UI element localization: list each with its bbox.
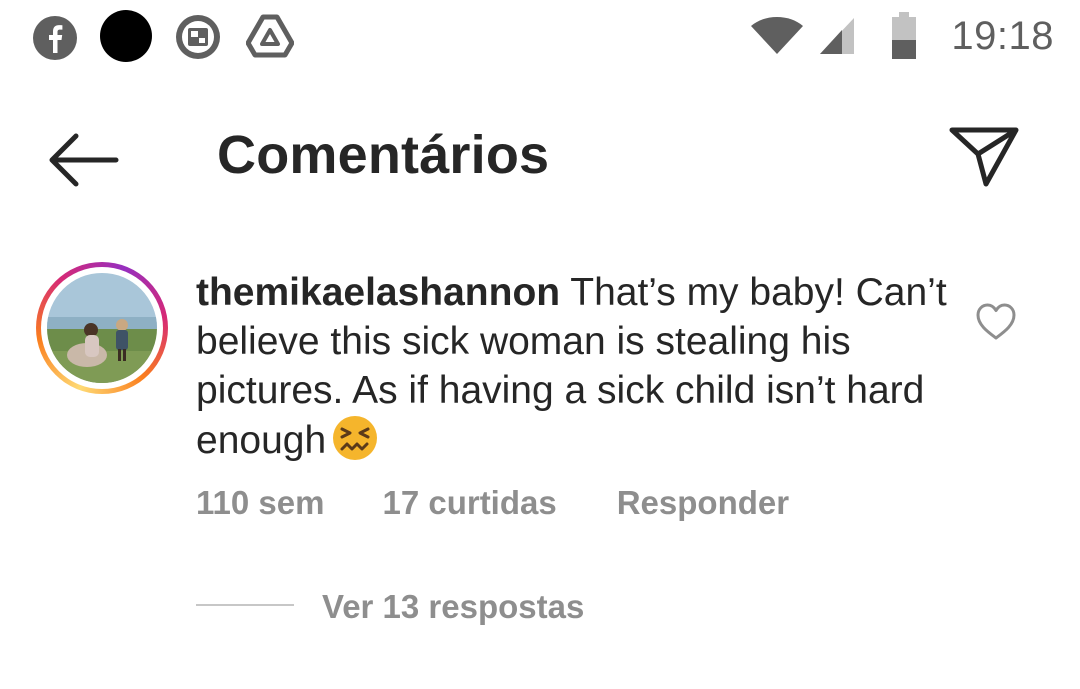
avatar-photo [47,273,157,383]
replies-divider [196,604,294,606]
facebook-icon [33,16,77,60]
signal-icon [820,18,854,54]
wifi-icon [751,17,803,54]
notification-dot-icon [100,10,152,62]
comment-meta: 110 sem 17 curtidas Responder [196,484,789,522]
battery-icon [892,12,916,59]
avatar[interactable] [36,262,168,394]
share-button[interactable] [944,122,1024,192]
back-button[interactable] [44,128,124,192]
arrow-left-icon [49,133,119,187]
status-bar: 19:18 [0,0,1080,80]
avatar-border [41,267,163,389]
status-time: 19:18 [951,14,1054,58]
reply-button[interactable]: Responder [617,484,789,522]
screen-record-icon [176,15,220,59]
view-replies-button[interactable]: Ver 13 respostas [322,588,584,626]
comment-likes[interactable]: 17 curtidas [382,484,556,522]
drive-icon [246,14,294,58]
page-title: Comentários [217,125,550,185]
like-button[interactable] [974,302,1018,342]
confounded-face-emoji [333,416,378,460]
comment-body: themikaelashannon That’s my baby! Can’t … [196,268,956,465]
comment-username[interactable]: themikaelashannon [196,271,560,314]
paper-plane-icon [949,127,1019,187]
comment-time: 110 sem [196,484,325,521]
heart-icon [976,303,1016,340]
